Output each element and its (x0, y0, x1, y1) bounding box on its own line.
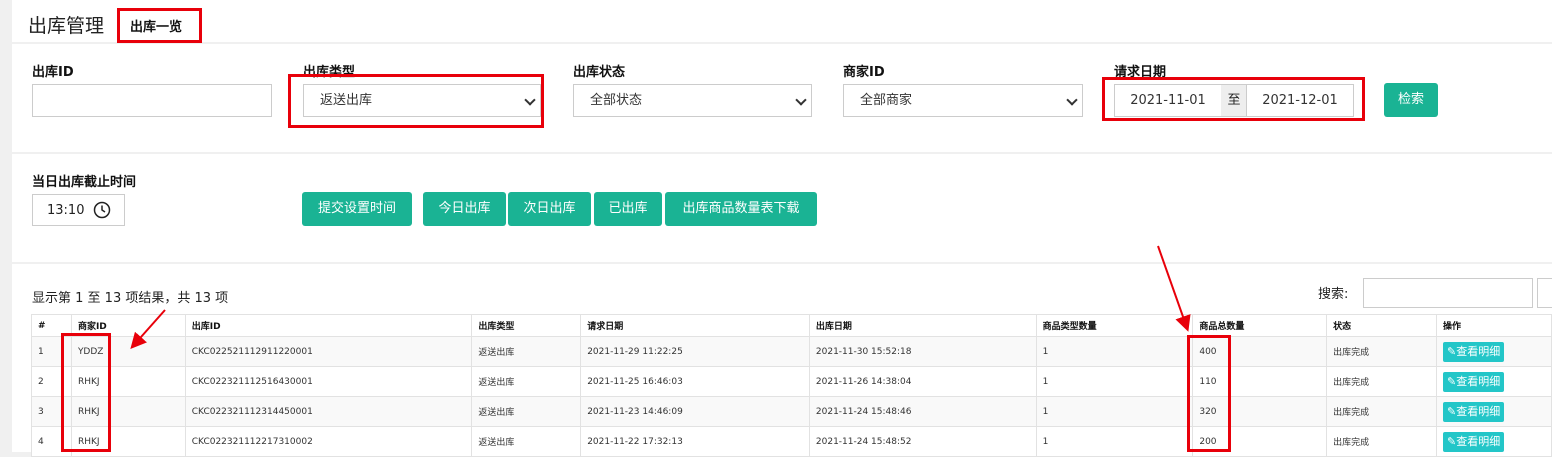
shipment-id-cell: CKC022321112516430001 (184, 366, 473, 397)
table-row: 2 RHKJ CKC022321112516430001 返送出库 2021-1… (31, 366, 1552, 397)
table-search-label: 搜索: (1318, 287, 1349, 302)
status-cell: 出库完成 (1326, 336, 1438, 367)
view-details-button[interactable]: ✎查看明细 (1443, 401, 1505, 422)
highlight-box-merchant-column (61, 333, 111, 452)
column-header[interactable]: 商品类型数量 (1035, 314, 1194, 337)
column-header[interactable]: 出库日期 (808, 314, 1037, 337)
highlight-box-subtitle (117, 8, 202, 43)
shipment-status-value: 全部状态 (590, 93, 643, 108)
product-type-count-cell: 1 (1035, 396, 1194, 427)
edit-icon: ✎ (1447, 434, 1457, 448)
view-details-button[interactable]: ✎查看明细 (1443, 431, 1505, 452)
column-header[interactable]: 状态 (1326, 314, 1438, 337)
merchant-id-value: 全部商家 (860, 93, 913, 108)
column-header[interactable]: 出库ID (184, 314, 473, 337)
download-quantity-label: 出库商品数量表下载 (682, 201, 800, 216)
shipment-id-cell: CKC022321112217310002 (184, 426, 473, 457)
shipment-table: # 商家ID 出库ID 出库类型 请求日期 出库日期 商品类型数量 商品总数量 … (31, 314, 1552, 457)
edit-icon: ✎ (1447, 404, 1457, 418)
search-button[interactable]: 检索 (1384, 83, 1438, 117)
table-search-input[interactable] (1363, 278, 1533, 308)
results-summary: 显示第 1 至 13 项结果，共 13 项 (32, 291, 229, 306)
table-row: 3 RHKJ CKC022321112314450001 返送出库 2021-1… (31, 396, 1552, 427)
clock-icon (93, 201, 111, 219)
shipment-id-input[interactable] (32, 84, 272, 117)
shipped-label: 已出库 (608, 201, 648, 216)
highlight-box-total-column (1187, 335, 1231, 452)
action-cell: ✎查看明细 (1436, 366, 1552, 397)
download-quantity-button[interactable]: 出库商品数量表下载 (665, 192, 817, 226)
shipment-type-cell: 返送出库 (471, 336, 582, 367)
next-day-shipment-label: 次日出库 (523, 201, 576, 216)
product-type-count-cell: 1 (1035, 336, 1194, 367)
table-row: 1 YDDZ CKC022521112911220001 返送出库 2021-1… (31, 336, 1552, 367)
status-cell: 出库完成 (1326, 366, 1438, 397)
header-panel: 出库管理 出库一览 (12, 0, 1552, 42)
table-header-row: # 商家ID 出库ID 出库类型 请求日期 出库日期 商品类型数量 商品总数量 … (31, 314, 1552, 337)
shipment-date-cell: 2021-11-24 15:48:52 (808, 426, 1037, 457)
shipped-button[interactable]: 已出库 (594, 192, 662, 226)
column-header[interactable]: 请求日期 (580, 314, 810, 337)
shipment-id-label: 出库ID (32, 65, 74, 80)
page-title: 出库管理 (28, 15, 105, 37)
action-cell: ✎查看明细 (1436, 336, 1552, 367)
shipment-status-label: 出库状态 (573, 65, 626, 80)
table-row: 4 RHKJ CKC022321112217310002 返送出库 2021-1… (31, 426, 1552, 457)
view-details-label: 查看明细 (1456, 404, 1501, 418)
next-day-shipment-button[interactable]: 次日出库 (508, 192, 591, 226)
action-cell: ✎查看明细 (1436, 396, 1552, 427)
column-header[interactable]: 出库类型 (471, 314, 582, 337)
status-cell: 出库完成 (1326, 396, 1438, 427)
status-cell: 出库完成 (1326, 426, 1438, 457)
today-shipment-button[interactable]: 今日出库 (423, 192, 506, 226)
search-button-label: 检索 (1397, 92, 1424, 107)
shipment-type-cell: 返送出库 (471, 396, 582, 427)
highlight-box-shipment-type (288, 74, 544, 128)
shipment-status-select[interactable]: 全部状态 (573, 84, 812, 117)
view-details-label: 查看明细 (1456, 374, 1501, 388)
cutoff-label: 当日出库截止时间 (32, 175, 137, 190)
merchant-id-select[interactable]: 全部商家 (843, 84, 1083, 117)
cutoff-time-input[interactable]: 13:10 (32, 194, 125, 226)
request-date-cell: 2021-11-29 11:22:25 (580, 336, 810, 367)
chevron-down-icon (795, 94, 807, 106)
request-date-cell: 2021-11-22 17:32:13 (580, 426, 810, 457)
view-details-label: 查看明细 (1456, 344, 1501, 358)
submit-time-button[interactable]: 提交设置时间 (302, 192, 412, 226)
cutoff-time-value: 13:10 (47, 203, 85, 218)
highlight-box-request-date (1102, 77, 1365, 121)
shipment-type-cell: 返送出库 (471, 366, 582, 397)
view-details-button[interactable]: ✎查看明细 (1443, 341, 1505, 362)
product-type-count-cell: 1 (1035, 366, 1194, 397)
table-search-addon[interactable] (1537, 278, 1552, 308)
shipment-type-cell: 返送出库 (471, 426, 582, 457)
shipment-id-cell: CKC022521112911220001 (184, 336, 473, 367)
request-date-cell: 2021-11-23 14:46:09 (580, 396, 810, 427)
merchant-id-label: 商家ID (843, 65, 885, 80)
shipment-date-cell: 2021-11-24 15:48:46 (808, 396, 1037, 427)
product-type-count-cell: 1 (1035, 426, 1194, 457)
shipment-date-cell: 2021-11-30 15:52:18 (808, 336, 1037, 367)
view-details-button[interactable]: ✎查看明细 (1443, 371, 1505, 392)
shipment-id-cell: CKC022321112314450001 (184, 396, 473, 427)
column-header[interactable]: 商品总数量 (1192, 314, 1328, 337)
edit-icon: ✎ (1447, 374, 1457, 388)
request-date-cell: 2021-11-25 16:46:03 (580, 366, 810, 397)
chevron-down-icon (1066, 94, 1078, 106)
action-cell: ✎查看明细 (1436, 426, 1552, 457)
submit-time-label: 提交设置时间 (317, 201, 396, 216)
column-header[interactable]: 操作 (1436, 314, 1552, 337)
edit-icon: ✎ (1447, 344, 1457, 358)
view-details-label: 查看明细 (1456, 434, 1501, 448)
today-shipment-label: 今日出库 (438, 201, 491, 216)
shipment-date-cell: 2021-11-26 14:38:04 (808, 366, 1037, 397)
